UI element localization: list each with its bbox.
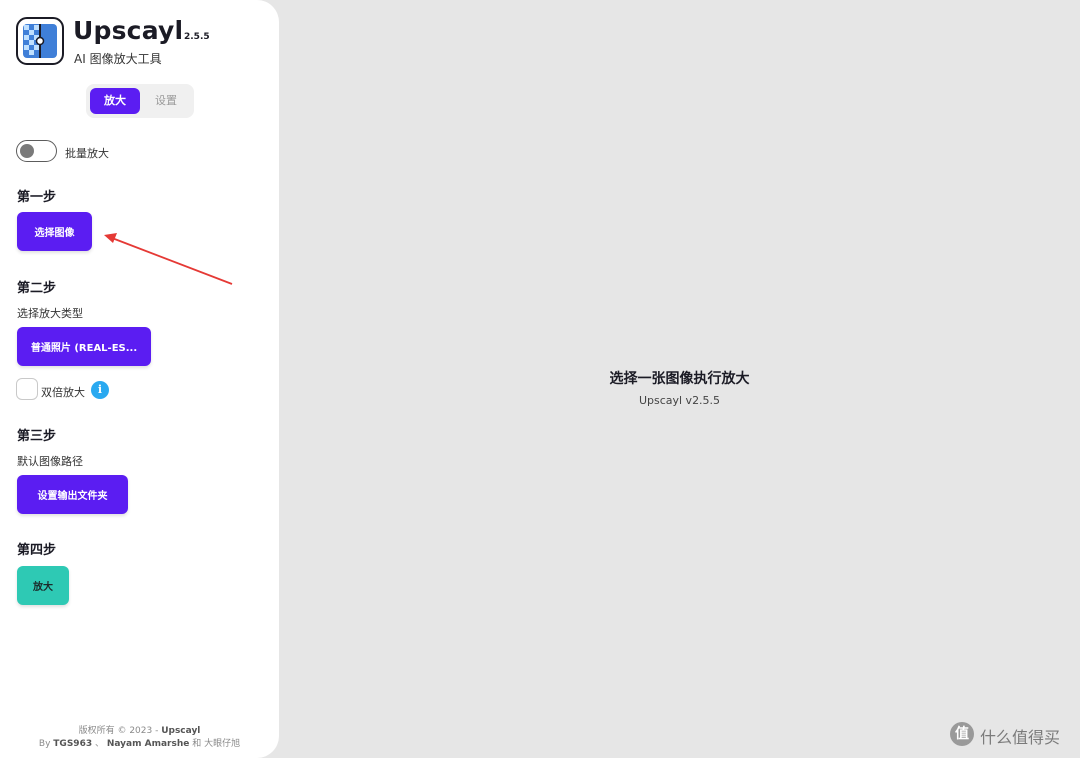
footer-by: By	[38, 739, 54, 749]
footer-suffix: 和 大眼仔旭	[189, 739, 241, 749]
step3-title: 第三步	[17, 429, 57, 444]
watermark: 值 什么值得买	[950, 722, 1076, 748]
set-output-folder-button[interactable]: 设置输出文件夹	[17, 475, 128, 514]
step1-title: 第一步	[17, 190, 57, 205]
tab-upscale[interactable]: 放大	[90, 88, 140, 114]
info-icon[interactable]: i	[91, 381, 109, 399]
double-upscale-checkbox[interactable]	[16, 378, 38, 400]
footer-copyright-text: 版权所有 © 2023 -	[78, 726, 162, 736]
main-title: 选择一张图像执行放大	[609, 371, 750, 387]
sidebar: Upscayl 2.5.5 AI 图像放大工具 放大 设置 批量放大 第一步 选…	[0, 0, 279, 758]
model-select-button[interactable]: 普通照片 (REAL-ES...	[17, 327, 151, 366]
step2-title: 第二步	[17, 281, 57, 296]
app-subtitle: AI 图像放大工具	[74, 52, 162, 66]
footer-separator: 、	[92, 739, 107, 749]
batch-upscale-toggle[interactable]	[16, 140, 57, 162]
app-version: 2.5.5	[184, 32, 210, 42]
watermark-icon: 值	[950, 722, 974, 746]
footer-copyright: 版权所有 © 2023 - Upscayl	[0, 725, 279, 738]
step3-desc: 默认图像路径	[17, 455, 83, 468]
toggle-knob	[20, 143, 34, 158]
double-upscale-label: 双倍放大	[41, 386, 85, 399]
footer-authors: By TGS963 、 Nayam Amarshe 和 大眼仔旭	[0, 738, 279, 751]
step2-desc: 选择放大类型	[17, 307, 83, 320]
main-subtitle: Upscayl v2.5.5	[638, 394, 721, 407]
tab-settings[interactable]: 设置	[142, 88, 190, 114]
batch-upscale-label: 批量放大	[65, 147, 109, 160]
footer-author-nayam[interactable]: Nayam Amarshe	[107, 739, 190, 749]
upscale-button[interactable]: 放大	[17, 566, 69, 605]
footer: 版权所有 © 2023 - Upscayl By TGS963 、 Nayam …	[0, 725, 279, 751]
tab-bar: 放大 设置	[86, 84, 194, 118]
watermark-text: 什么值得买	[980, 728, 1061, 747]
footer-brand: Upscayl	[161, 726, 201, 736]
app-name: Upscayl	[73, 16, 184, 45]
step4-title: 第四步	[17, 543, 57, 558]
footer-author-tgs963[interactable]: TGS963	[53, 739, 92, 749]
select-image-button[interactable]: 选择图像	[17, 212, 92, 251]
upscayl-logo-icon	[16, 17, 64, 65]
